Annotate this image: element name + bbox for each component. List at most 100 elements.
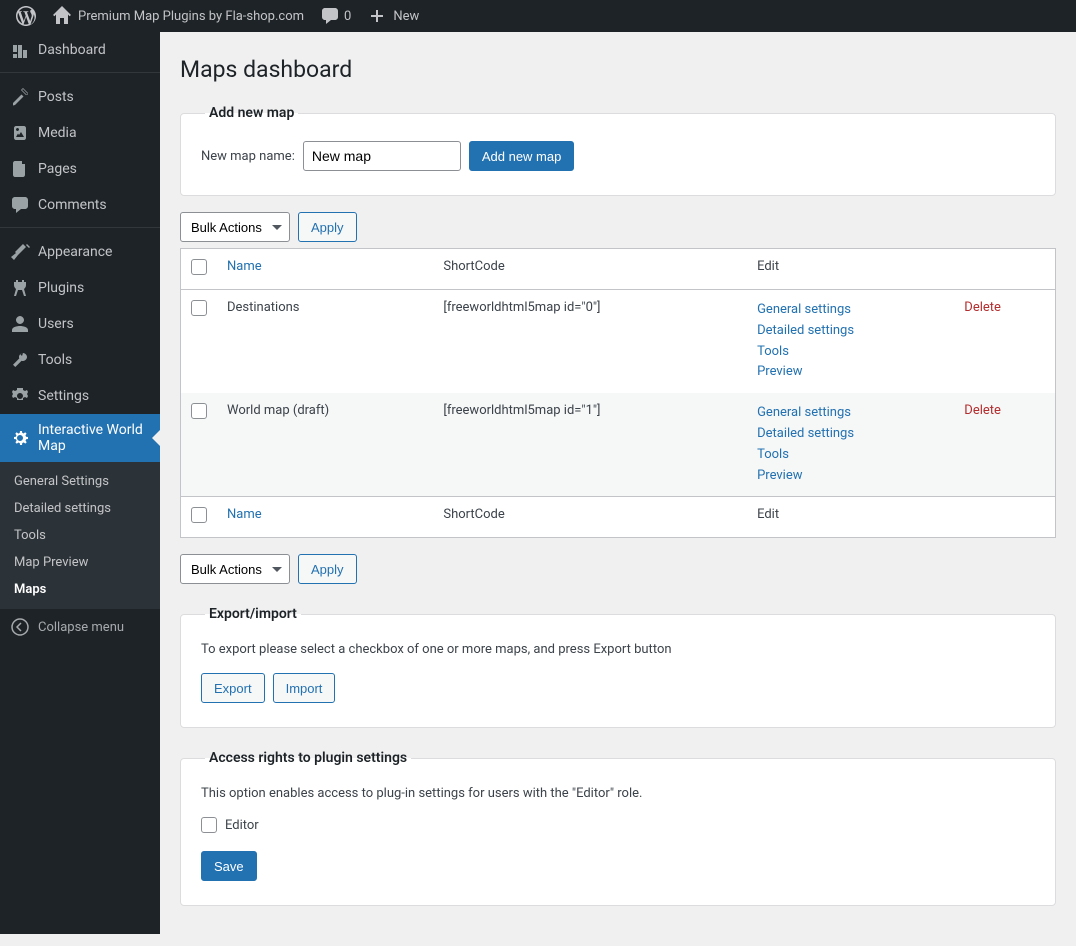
sidebar-label: Settings xyxy=(38,388,89,404)
plugins-icon xyxy=(10,278,30,298)
sidebar-label: Comments xyxy=(38,197,107,213)
new-map-name-input[interactable] xyxy=(303,141,461,171)
table-row: World map (draft) [freeworldhtml5map id=… xyxy=(181,393,1056,497)
sidebar-item-posts[interactable]: Posts xyxy=(0,79,160,115)
add-new-map-button[interactable]: Add new map xyxy=(469,141,575,171)
sidebar-item-interactive-world-map[interactable]: Interactive World Map xyxy=(0,414,160,462)
tablenav-bottom: Bulk Actions Apply xyxy=(180,554,1056,584)
new-content-link[interactable]: New xyxy=(359,0,427,32)
editor-label: Editor xyxy=(225,818,259,833)
sidebar-label: Users xyxy=(38,316,74,332)
sidebar-item-users[interactable]: Users xyxy=(0,306,160,342)
page-title: Maps dashboard xyxy=(180,56,1056,83)
access-rights-section: Access rights to plugin settings This op… xyxy=(180,750,1056,906)
admin-sidebar: Dashboard Posts Media Pages Comments App… xyxy=(0,32,160,934)
row-checkbox[interactable] xyxy=(191,403,207,419)
edit-detailed-link[interactable]: Detailed settings xyxy=(757,321,944,342)
users-icon xyxy=(10,314,30,334)
export-button[interactable]: Export xyxy=(201,673,265,703)
home-icon xyxy=(52,6,72,26)
row-shortcode: [freeworldhtml5map id="1"] xyxy=(433,393,747,497)
sidebar-item-tools[interactable]: Tools xyxy=(0,342,160,378)
dashboard-icon xyxy=(10,40,30,60)
row-checkbox[interactable] xyxy=(191,300,207,316)
sidebar-item-appearance[interactable]: Appearance xyxy=(0,234,160,270)
sidebar-label: Plugins xyxy=(38,280,84,296)
col-name-foot[interactable]: Name xyxy=(227,507,262,522)
submenu-map-preview[interactable]: Map Preview xyxy=(0,549,160,576)
edit-detailed-link[interactable]: Detailed settings xyxy=(757,424,944,445)
sidebar-item-comments[interactable]: Comments xyxy=(0,187,160,223)
sidebar-label: Tools xyxy=(38,352,72,368)
access-legend: Access rights to plugin settings xyxy=(205,750,411,766)
table-row: Destinations [freeworldhtml5map id="0"] … xyxy=(181,290,1056,394)
delete-link[interactable]: Delete xyxy=(964,403,1001,418)
col-edit: Edit xyxy=(747,249,954,290)
sidebar-item-pages[interactable]: Pages xyxy=(0,151,160,187)
save-button[interactable]: Save xyxy=(201,851,257,881)
bulk-actions-select-top[interactable]: Bulk Actions xyxy=(180,212,290,242)
apply-button-bottom[interactable]: Apply xyxy=(298,554,357,584)
comment-icon xyxy=(320,6,340,26)
select-all-top[interactable] xyxy=(191,259,207,275)
sidebar-label: Media xyxy=(38,125,77,141)
submenu-detailed-settings[interactable]: Detailed settings xyxy=(0,495,160,522)
sidebar-submenu: General Settings Detailed settings Tools… xyxy=(0,462,160,609)
new-map-name-label: New map name: xyxy=(201,149,295,164)
col-name[interactable]: Name xyxy=(227,259,262,274)
sidebar-label: Appearance xyxy=(38,244,112,260)
site-home-link[interactable]: Premium Map Plugins by Fla-shop.com xyxy=(44,0,312,32)
collapse-menu-button[interactable]: Collapse menu xyxy=(0,609,160,645)
submenu-maps[interactable]: Maps xyxy=(0,576,160,603)
edit-preview-link[interactable]: Preview xyxy=(757,466,944,487)
sidebar-item-dashboard[interactable]: Dashboard xyxy=(0,32,160,68)
col-shortcode-foot: ShortCode xyxy=(433,497,747,538)
bulk-actions-select-bottom[interactable]: Bulk Actions xyxy=(180,554,290,584)
sidebar-label: Pages xyxy=(38,161,77,177)
import-button[interactable]: Import xyxy=(273,673,336,703)
site-title: Premium Map Plugins by Fla-shop.com xyxy=(78,9,304,24)
wordpress-icon xyxy=(16,6,36,26)
submenu-tools[interactable]: Tools xyxy=(0,522,160,549)
col-edit-foot: Edit xyxy=(747,497,954,538)
sidebar-label: Dashboard xyxy=(38,42,106,58)
edit-general-link[interactable]: General settings xyxy=(757,300,944,321)
admin-bar: Premium Map Plugins by Fla-shop.com 0 Ne… xyxy=(0,0,1076,32)
main-content: Maps dashboard Add new map New map name:… xyxy=(160,32,1076,946)
appearance-icon xyxy=(10,242,30,262)
row-name: Destinations xyxy=(217,290,433,394)
sidebar-item-plugins[interactable]: Plugins xyxy=(0,270,160,306)
tools-icon xyxy=(10,350,30,370)
row-shortcode: [freeworldhtml5map id="0"] xyxy=(433,290,747,394)
wp-logo[interactable] xyxy=(8,0,44,32)
media-icon xyxy=(10,123,30,143)
gear-icon xyxy=(10,428,30,448)
new-label: New xyxy=(393,9,419,24)
sidebar-item-settings[interactable]: Settings xyxy=(0,378,160,414)
edit-tools-link[interactable]: Tools xyxy=(757,342,944,363)
submenu-general-settings[interactable]: General Settings xyxy=(0,468,160,495)
plus-icon xyxy=(367,6,387,26)
delete-link[interactable]: Delete xyxy=(964,300,1001,315)
export-desc: To export please select a checkbox of on… xyxy=(201,642,1035,657)
sidebar-label: Interactive World Map xyxy=(38,422,152,454)
comments-link[interactable]: 0 xyxy=(312,0,359,32)
col-shortcode: ShortCode xyxy=(433,249,747,290)
sidebar-label: Posts xyxy=(38,89,74,105)
export-legend: Export/import xyxy=(205,606,301,622)
apply-button-top[interactable]: Apply xyxy=(298,212,357,242)
select-all-bottom[interactable] xyxy=(191,507,207,523)
maps-table: Name ShortCode Edit Destinations [freewo… xyxy=(180,248,1056,538)
edit-general-link[interactable]: General settings xyxy=(757,403,944,424)
edit-preview-link[interactable]: Preview xyxy=(757,362,944,383)
posts-icon xyxy=(10,87,30,107)
sidebar-item-media[interactable]: Media xyxy=(0,115,160,151)
collapse-icon xyxy=(10,617,30,637)
settings-icon xyxy=(10,386,30,406)
comments-icon xyxy=(10,195,30,215)
export-import-section: Export/import To export please select a … xyxy=(180,606,1056,728)
comments-count: 0 xyxy=(344,9,351,24)
add-new-map-section: Add new map New map name: Add new map xyxy=(180,105,1056,196)
edit-tools-link[interactable]: Tools xyxy=(757,445,944,466)
editor-checkbox[interactable] xyxy=(201,817,217,833)
